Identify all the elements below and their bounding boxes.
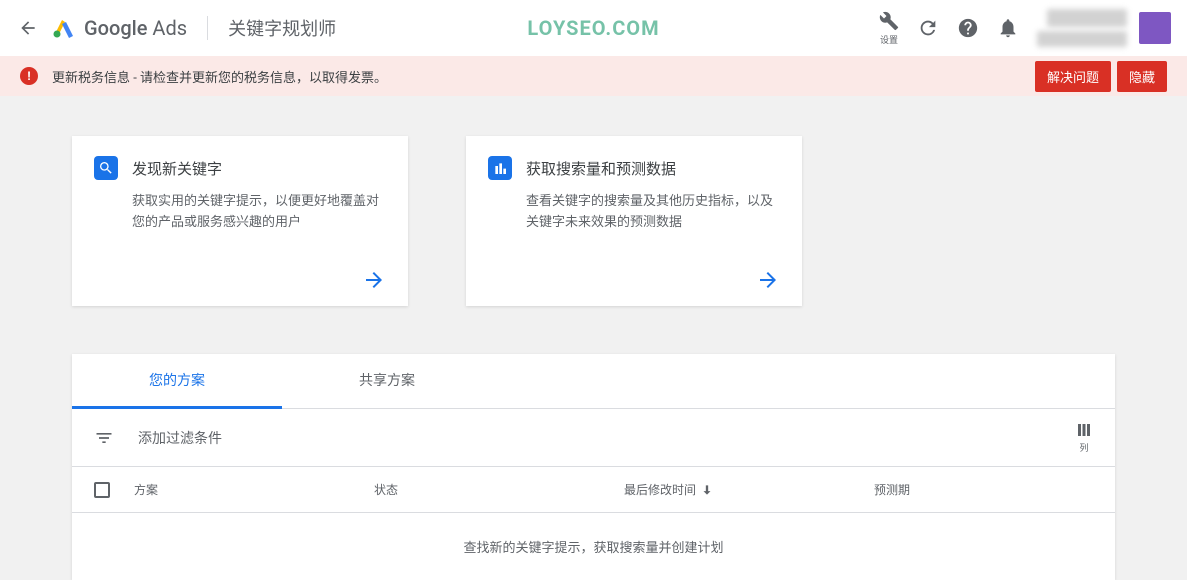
brand-name: Google Ads [84, 16, 187, 40]
refresh-icon [917, 17, 939, 39]
google-ads-logo-icon [52, 16, 76, 40]
columns-button[interactable]: 列 [1075, 421, 1093, 454]
table-empty-message: 查找新的关键字提示，获取搜索量并创建计划 [72, 513, 1115, 580]
arrow-left-icon [18, 18, 38, 38]
search-icon [94, 156, 118, 180]
column-modified[interactable]: 最后修改时间 [624, 481, 874, 498]
back-button[interactable] [16, 16, 40, 40]
watermark: LOYSEO.COM [527, 16, 659, 40]
card-title: 获取搜索量和预测数据 [526, 158, 676, 179]
account-id-blurred [1037, 31, 1127, 47]
divider [207, 16, 208, 40]
cards-row: 发现新关键字 获取实用的关键字提示，以便更好地覆盖对您的产品或服务感兴趣的用户 … [72, 136, 1115, 306]
column-forecast[interactable]: 预测期 [874, 481, 1093, 498]
card-description: 查看关键字的搜索量及其他历史指标，以及关键字未来效果的预测数据 [526, 192, 780, 234]
filter-row: 添加过滤条件 列 [72, 409, 1115, 467]
column-plan[interactable]: 方案 [134, 481, 374, 498]
tabs: 您的方案 共享方案 [72, 354, 1115, 409]
app-header: Google Ads 关键字规划师 LOYSEO.COM 设置 [0, 0, 1187, 56]
tab-shared-plans[interactable]: 共享方案 [282, 354, 492, 408]
error-icon: ! [20, 67, 38, 85]
table-header-row: 方案 状态 最后修改时间 预测期 [72, 467, 1115, 513]
help-icon [957, 17, 979, 39]
discover-keywords-card[interactable]: 发现新关键字 获取实用的关键字提示，以便更好地覆盖对您的产品或服务感兴趣的用户 [72, 136, 408, 306]
column-status[interactable]: 状态 [374, 481, 624, 498]
bar-chart-icon [488, 156, 512, 180]
search-volume-card[interactable]: 获取搜索量和预测数据 查看关键字的搜索量及其他历史指标，以及关键字未来效果的预测… [466, 136, 802, 306]
help-button[interactable] [957, 17, 979, 39]
settings-button[interactable]: 设置 [879, 11, 899, 46]
page-title: 关键字规划师 [228, 15, 336, 41]
resolve-button[interactable]: 解决问题 [1035, 61, 1111, 92]
card-title: 发现新关键字 [132, 158, 222, 179]
alert-message: 更新税务信息 - 请检查并更新您的税务信息，以取得发票。 [52, 67, 387, 86]
sort-down-icon [700, 483, 714, 497]
tab-your-plans[interactable]: 您的方案 [72, 354, 282, 409]
refresh-button[interactable] [917, 17, 939, 39]
bell-icon [997, 17, 1019, 39]
select-all-checkbox[interactable] [94, 482, 110, 498]
card-description: 获取实用的关键字提示，以便更好地覆盖对您的产品或服务感兴趣的用户 [132, 192, 386, 234]
columns-icon [1075, 421, 1093, 439]
alert-bar: ! 更新税务信息 - 请检查并更新您的税务信息，以取得发票。 解决问题 隐藏 [0, 56, 1187, 96]
header-actions: 设置 [879, 9, 1171, 47]
arrow-right-icon [362, 268, 386, 292]
avatar[interactable] [1139, 12, 1171, 44]
arrow-right-icon [756, 268, 780, 292]
hide-button[interactable]: 隐藏 [1117, 61, 1167, 92]
filter-icon[interactable] [94, 428, 114, 448]
add-filter-button[interactable]: 添加过滤条件 [138, 428, 1075, 448]
account-area[interactable] [1037, 9, 1171, 47]
wrench-icon [879, 11, 899, 31]
logo-area[interactable]: Google Ads [52, 16, 187, 40]
account-name-blurred [1047, 9, 1127, 27]
plans-table: 您的方案 共享方案 添加过滤条件 列 方案 状态 最后修改时间 预测期 查找新的… [72, 354, 1115, 580]
main-content: 发现新关键字 获取实用的关键字提示，以便更好地覆盖对您的产品或服务感兴趣的用户 … [0, 96, 1187, 580]
notifications-button[interactable] [997, 17, 1019, 39]
